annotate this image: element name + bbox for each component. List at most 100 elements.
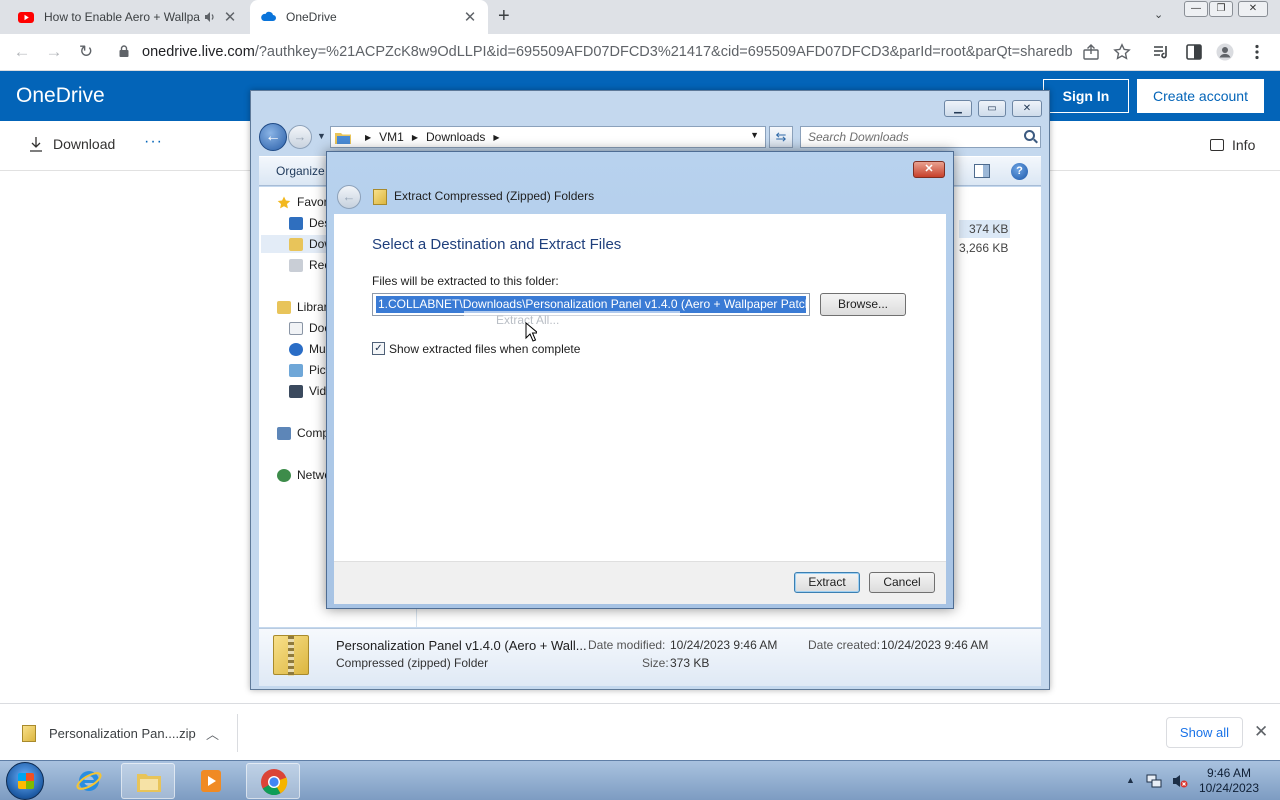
tab-title: How to Enable Aero + Wallpaper Patch in …	[44, 10, 200, 24]
kebab-menu-icon[interactable]	[1248, 43, 1266, 61]
breadcrumb-downloads[interactable]: Downloads	[426, 130, 485, 144]
extract-all-drag-ghost: Extract All...	[464, 311, 680, 329]
videos-icon	[289, 384, 303, 398]
new-tab-button[interactable]: +	[498, 5, 510, 28]
system-clock[interactable]: 9:46 AM 10/24/2023	[1196, 766, 1262, 796]
tab-youtube-video[interactable]: How to Enable Aero + Wallpaper Patch in …	[8, 0, 248, 34]
address-bar[interactable]: onedrive.live.com/?authkey=%21ACPZcK8w9O…	[142, 44, 1072, 60]
browse-button[interactable]: Browse...	[820, 293, 906, 316]
show-files-checkbox[interactable]: ✓	[372, 342, 385, 355]
breadcrumb-vm1[interactable]: VM1	[379, 130, 404, 144]
back-arrow-icon[interactable]: ←	[12, 42, 32, 62]
tab-search-chevron-icon[interactable]: ⌄	[1154, 8, 1163, 21]
speaker-icon[interactable]	[204, 11, 216, 23]
network-status-icon[interactable]	[1146, 773, 1162, 789]
info-button[interactable]: Info	[1210, 137, 1255, 153]
organize-menu[interactable]: Organize	[276, 164, 325, 178]
close-tab-icon[interactable]: ✕	[222, 8, 238, 26]
help-icon[interactable]: ?	[1011, 163, 1028, 180]
tab-title: OneDrive	[286, 10, 337, 24]
breadcrumb-arrow-icon[interactable]: ▶	[365, 133, 371, 142]
folder-icon	[137, 774, 161, 792]
desktop-icon	[289, 216, 303, 230]
music-icon	[289, 342, 303, 356]
onedrive-cloud-icon	[261, 11, 276, 21]
divider	[237, 714, 238, 752]
folder-icon	[335, 132, 351, 144]
chevron-up-icon[interactable]: ︿	[206, 724, 219, 743]
recent-pages-dropdown-icon[interactable]: ▼	[317, 131, 326, 141]
reload-icon[interactable]: ↻	[76, 42, 96, 62]
forward-arrow-icon[interactable]: →	[44, 42, 64, 62]
close-tab-icon[interactable]: ✕	[462, 8, 478, 26]
taskbar-media-player[interactable]	[184, 763, 238, 799]
breadcrumb-arrow-icon[interactable]: ▶	[493, 133, 499, 142]
onedrive-logo-text[interactable]: OneDrive	[16, 84, 105, 108]
zip-folder-icon	[373, 189, 387, 205]
address-dropdown-icon[interactable]: ▼	[750, 130, 759, 140]
breadcrumb-arrow-icon[interactable]: ▶	[412, 133, 418, 142]
preview-pane-icon[interactable]	[974, 164, 990, 178]
cancel-button[interactable]: Cancel	[869, 572, 935, 593]
volume-muted-icon[interactable]	[1172, 773, 1188, 789]
documents-icon	[289, 321, 303, 335]
details-size-label: Size:	[642, 656, 669, 670]
explorer-forward-icon[interactable]: →	[288, 125, 312, 149]
details-created-label: Date created:	[808, 638, 881, 652]
taskbar-chrome[interactable]	[246, 763, 300, 799]
dialog-footer: Extract Cancel	[334, 561, 946, 604]
taskbar-windows-explorer[interactable]	[121, 763, 175, 799]
close-shelf-icon[interactable]: ✕	[1254, 722, 1268, 742]
recent-places-icon	[289, 258, 303, 272]
network-icon	[277, 468, 291, 482]
create-account-button[interactable]: Create account	[1137, 79, 1264, 113]
file-size: 3,266 KB	[959, 241, 1009, 255]
downloaded-file-item[interactable]: Personalization Pan....zip	[49, 726, 196, 741]
lock-icon[interactable]	[119, 45, 129, 57]
minimize-icon[interactable]: —	[1184, 1, 1208, 17]
browser-tab-strip: How to Enable Aero + Wallpaper Patch in …	[0, 0, 1280, 34]
explorer-maximize-icon[interactable]: ▭	[978, 100, 1006, 117]
taskbar-internet-explorer[interactable]	[62, 763, 116, 799]
dialog-title: Extract Compressed (Zipped) Folders	[394, 189, 595, 203]
extract-dialog: ✕ ← Extract Compressed (Zipped) Folders …	[326, 151, 954, 609]
details-file-name: Personalization Panel v1.4.0 (Aero + Wal…	[336, 638, 587, 653]
close-window-icon[interactable]: ✕	[1238, 1, 1268, 17]
show-hidden-icons-icon[interactable]: ▲	[1126, 775, 1135, 785]
profile-avatar-icon[interactable]	[1216, 43, 1234, 61]
sign-in-button[interactable]: Sign In	[1043, 79, 1129, 113]
restore-icon[interactable]: ❐	[1209, 1, 1233, 17]
bookmark-star-icon[interactable]	[1113, 43, 1131, 61]
dialog-close-icon[interactable]: ✕	[913, 161, 945, 178]
share-icon[interactable]	[1082, 43, 1100, 61]
explorer-minimize-icon[interactable]: ▁	[944, 100, 972, 117]
more-options-icon[interactable]: ···	[144, 133, 163, 151]
taskbar: ▲ 9:46 AM 10/24/2023	[0, 760, 1280, 800]
chrome-icon	[261, 769, 288, 796]
side-panel-icon[interactable]	[1185, 43, 1203, 61]
details-size-value: 373 KB	[670, 656, 710, 670]
extract-button[interactable]: Extract	[794, 572, 860, 593]
show-all-button[interactable]: Show all	[1166, 717, 1243, 748]
libraries-icon	[277, 300, 291, 314]
clock-date: 10/24/2023	[1198, 781, 1260, 795]
explorer-address-bar[interactable]: ▶ VM1 ▶ Downloads ▶ ▼	[330, 126, 766, 148]
details-modified-value: 10/24/2023 9:46 AM	[670, 638, 778, 652]
download-button[interactable]: Download	[28, 136, 115, 152]
mouse-cursor-icon	[525, 322, 537, 342]
explorer-close-icon[interactable]: ✕	[1012, 100, 1042, 117]
explorer-search-input[interactable]: Search Downloads	[800, 126, 1041, 148]
explorer-refresh-icon[interactable]: ⇆	[769, 126, 793, 148]
show-files-label[interactable]: Show extracted files when complete	[389, 342, 580, 356]
destination-label: Files will be extracted to this folder:	[372, 274, 559, 288]
tab-onedrive[interactable]: OneDrive ✕	[250, 0, 488, 34]
internet-explorer-icon	[76, 771, 102, 791]
start-button[interactable]	[6, 762, 44, 800]
explorer-back-icon[interactable]: ←	[259, 123, 287, 151]
dialog-back-icon[interactable]: ←	[337, 185, 361, 209]
computer-icon	[277, 426, 291, 440]
media-control-icon[interactable]	[1152, 43, 1170, 61]
download-icon	[30, 137, 42, 152]
details-created-value: 10/24/2023 9:46 AM	[881, 638, 989, 652]
details-file-type: Compressed (zipped) Folder	[336, 656, 489, 670]
